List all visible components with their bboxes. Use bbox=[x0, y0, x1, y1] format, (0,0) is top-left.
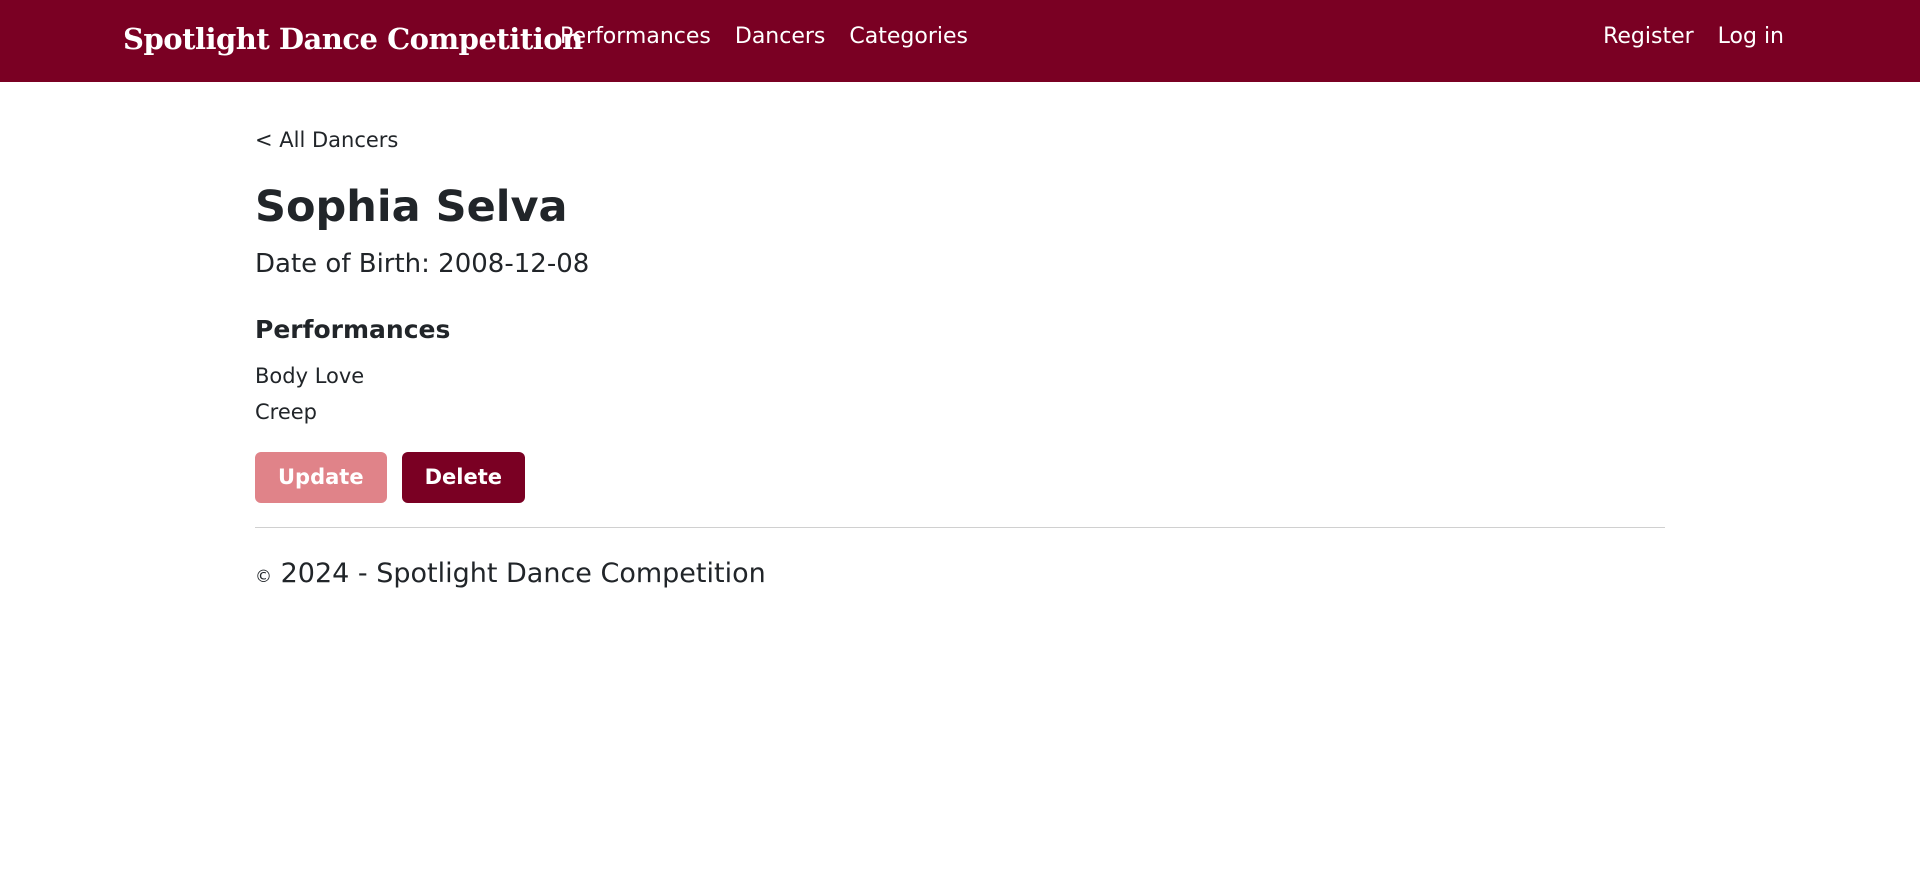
dancer-name: Sophia Selva bbox=[255, 182, 568, 232]
performances-heading: Performances bbox=[255, 314, 451, 344]
brand-link[interactable]: Spotlight Dance Competition bbox=[123, 22, 583, 56]
nav-link-dancers[interactable]: Dancers bbox=[735, 24, 826, 49]
action-buttons: Update Delete bbox=[255, 451, 1665, 503]
back-to-all-dancers-link[interactable]: < All Dancers bbox=[255, 128, 398, 152]
delete-button[interactable]: Delete bbox=[401, 451, 525, 503]
main-content: < All Dancers Sophia Selva Date of Birth… bbox=[255, 128, 1665, 589]
update-button[interactable]: Update bbox=[255, 451, 387, 503]
footer-text: 2024 - Spotlight Dance Competition bbox=[272, 557, 766, 589]
nav-link-categories[interactable]: Categories bbox=[849, 24, 968, 49]
nav-auth-links: Register Log in bbox=[1603, 24, 1784, 49]
performance-item: Creep bbox=[255, 399, 318, 424]
nav-link-register[interactable]: Register bbox=[1603, 24, 1694, 49]
nav-link-performances[interactable]: Performances bbox=[560, 24, 711, 49]
nav-links: Performances Dancers Categories bbox=[560, 24, 968, 49]
nav-link-login[interactable]: Log in bbox=[1718, 24, 1784, 49]
date-of-birth: Date of Birth: 2008-12-08 bbox=[255, 248, 590, 279]
footer: © 2024 - Spotlight Dance Competition bbox=[255, 558, 1665, 589]
copyright-symbol: © bbox=[255, 566, 272, 587]
footer-divider bbox=[255, 526, 1665, 528]
performance-item: Body Love bbox=[255, 363, 365, 388]
performances-list: Body Love Creep bbox=[255, 358, 1665, 430]
navbar: Spotlight Dance Competition Performances… bbox=[0, 0, 1920, 82]
